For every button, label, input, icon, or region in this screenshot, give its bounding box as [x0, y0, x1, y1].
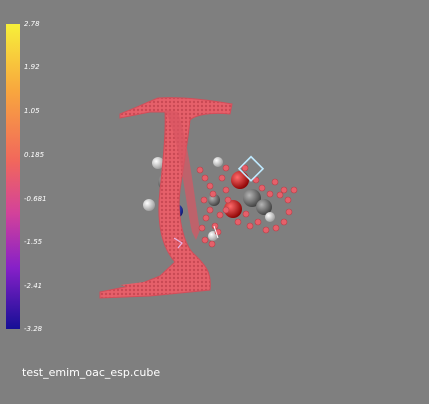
color-scale-tick: -0.681 [24, 195, 47, 203]
atom-oxygen [231, 171, 249, 189]
color-scale-tick: -1.55 [24, 238, 43, 246]
color-scale-tick: -3.28 [24, 325, 43, 333]
color-scale-tick: 1.05 [24, 107, 40, 115]
atom-hydrogen [265, 212, 275, 222]
file-name-label: test_emim_oac_esp.cube [22, 366, 161, 379]
color-scale-tick: 1.92 [24, 63, 40, 71]
atom-hydrogen [213, 157, 223, 167]
molecule-viewer[interactable] [0, 0, 429, 400]
atom-hydrogen [143, 199, 155, 211]
esp-surface [99, 97, 298, 299]
color-scale-tick: -2.41 [24, 282, 43, 290]
molecule-scene [99, 97, 298, 299]
color-scale-tick: 2.78 [24, 20, 40, 28]
color-scale-bar [6, 24, 20, 329]
color-scale-tick: 0.185 [24, 151, 45, 159]
